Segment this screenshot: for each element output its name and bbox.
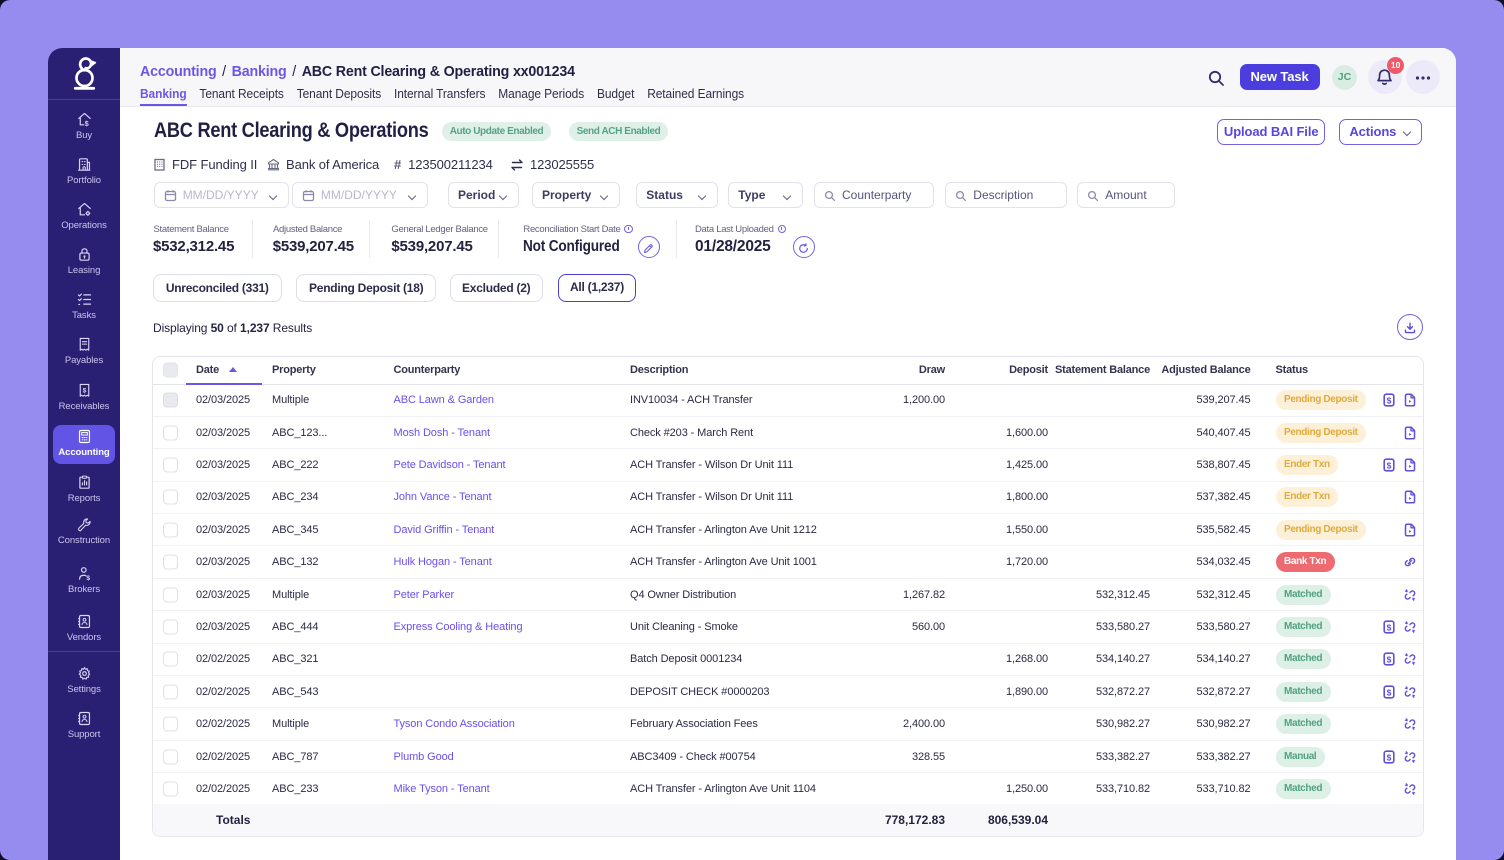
- svg-text:$: $: [1386, 395, 1391, 405]
- svg-text:$: $: [1386, 622, 1391, 632]
- svg-text:$: $: [1386, 460, 1391, 470]
- svg-text:$: $: [84, 119, 88, 127]
- svg-text:$: $: [1386, 687, 1391, 697]
- svg-text:$: $: [1386, 655, 1391, 665]
- svg-text:$: $: [1386, 752, 1391, 762]
- svg-text:$: $: [86, 575, 90, 582]
- svg-text:$: $: [82, 387, 86, 394]
